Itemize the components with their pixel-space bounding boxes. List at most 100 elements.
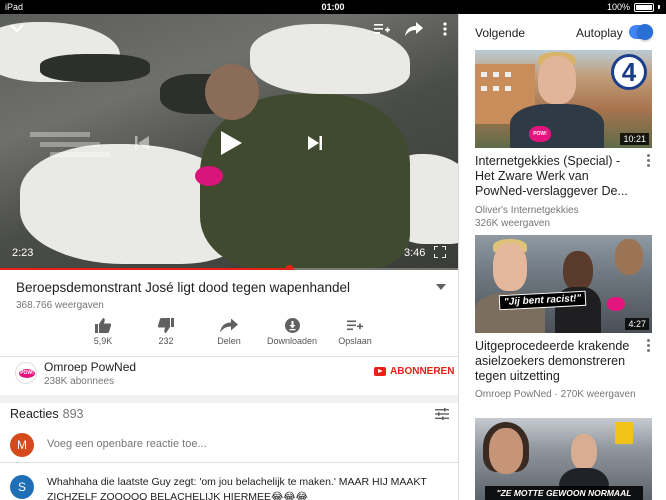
recommendation-thumbnail[interactable]: "Jij bent racist!" 4:27 [475,235,652,333]
seek-handle[interactable] [284,265,294,270]
thumb-person-coat [510,104,604,148]
add-to-playlist-icon [347,320,363,331]
subscriber-count: 238K abonnees [44,376,115,387]
divider [0,462,458,463]
thumb-person-face [489,428,523,474]
thumb-window [505,86,511,91]
share-icon[interactable] [405,22,423,36]
channel-name[interactable]: Omroep PowNed [44,360,136,374]
add-to-queue-icon[interactable] [374,22,390,36]
like-count: 5,9K [93,336,113,346]
share-label: Delen [217,336,241,346]
pown-microphone: POW! [529,126,551,142]
seek-bar[interactable] [0,265,458,270]
scene-stripe [30,132,90,137]
up-next-label: Volgende [475,26,526,40]
recommendation-title[interactable]: Internetgekkies (Special) - Het Zware We… [475,154,643,199]
add-comment-input[interactable]: Voeg een openbare reactie toe... [47,438,207,450]
thumb-window [493,72,499,77]
recommendation-channel: Omroep PowNed [475,389,552,400]
recommendation-views: 326K weergaven [475,218,551,229]
video-duration: 10:21 [620,133,649,145]
my-avatar: M [10,433,34,457]
recommendation-thumbnail[interactable]: POW! 4 10:21 [475,50,652,148]
subscribe-label: ABONNEREN [390,366,455,377]
channel-avatar[interactable]: POW! [15,362,37,384]
download-label: Downloaden [266,336,318,346]
section-separator [0,395,458,403]
recommendation-meta: Oliver's Internetgekkies 326K weergaven [475,204,655,230]
thumb-person-head [563,251,593,291]
fullscreen-icon[interactable] [434,246,446,258]
save-label: Opslaan [338,336,372,346]
recommendation-thumbnail[interactable]: "ZE MOTTE GEWOON NORMAAL DOEN" [475,418,652,500]
divider [0,356,458,357]
youtube-icon [374,367,386,376]
subscribe-button[interactable]: ABONNEREN [374,366,454,377]
status-bar: iPad 01:00 100% [0,0,666,14]
autoplay-toggle[interactable] [629,24,653,40]
minimize-chevron-icon[interactable] [9,22,25,34]
thumbs-down-icon [158,318,174,333]
thumb-caption: "ZE MOTTE GEWOON NORMAAL DOEN" [485,486,643,500]
share-button[interactable]: Delen [194,318,264,346]
more-vert-icon[interactable] [440,21,450,37]
up-next-panel: Volgende Autoplay POW! 4 10:21 Internetg… [458,14,666,500]
battery-icon [634,2,654,12]
thumb-window [493,86,499,91]
pown-microphone [607,297,625,311]
watch-panel: 2:23 3:46 Beroepsdemonstrant José ligt d… [0,14,458,500]
comments-heading: Reacties 893 [10,407,84,421]
thumb-flag [615,422,633,444]
thumb-window [505,72,511,77]
previous-icon[interactable] [133,135,151,151]
recommendation-channel: Oliver's Internetgekkies [475,205,579,216]
recommendation-title[interactable]: Uitgeprocedeerde krakende asielzoekers d… [475,339,643,384]
video-duration: 4:27 [625,318,649,330]
video-player[interactable]: 2:23 3:46 [0,14,458,270]
more-vert-icon[interactable] [645,339,651,353]
scene-head [205,64,259,120]
battery-tip [658,5,660,9]
thumb-person-head [615,239,643,275]
scene-stripe [40,142,100,147]
total-time: 3:46 [404,247,426,259]
thumb-person-face [538,56,576,104]
toggle-knob [637,24,653,40]
recommendation-meta: Omroep PowNed · 270K weergaven [475,388,655,401]
clock: 01:00 [321,2,345,12]
seek-bar-played [0,268,289,270]
scene-microphone [195,166,223,186]
share-icon [220,318,238,333]
comment-text: Whahhaha die laatste Guy zegt: 'om jou b… [47,476,427,500]
recommendation-views: 270K weergaven [560,389,636,400]
thumb-window [481,72,487,77]
scene-person [40,54,150,82]
next-icon[interactable] [306,135,324,151]
current-time: 2:23 [12,247,34,259]
download-icon [284,318,300,333]
thumbs-up-icon [95,318,111,333]
channel-4-logo: 4 [611,54,647,90]
sort-comments-icon[interactable] [435,408,449,420]
video-title: Beroepsdemonstrant José ligt dood tegen … [16,280,350,295]
battery-status: 100% [607,2,660,12]
battery-percent: 100% [606,2,630,12]
scene-jacket [200,94,410,269]
pown-logo: POW! [19,369,35,378]
thumb-window [481,86,487,91]
comments-title: Reacties [10,407,59,421]
scene-stripe [50,152,110,157]
save-button[interactable]: Opslaan [320,318,390,346]
more-vert-icon[interactable] [645,154,651,168]
autoplay-label: Autoplay [576,26,623,40]
like-button[interactable]: 5,9K [68,318,138,346]
play-icon[interactable] [219,130,243,156]
expand-description-icon[interactable] [436,284,446,290]
thumb-person-face [493,243,527,291]
download-button[interactable]: Downloaden [257,318,327,346]
comments-count: 893 [62,407,84,421]
thumb-person-face [571,434,597,470]
commenter-avatar[interactable]: S [10,475,34,499]
dislike-button[interactable]: 232 [131,318,201,346]
